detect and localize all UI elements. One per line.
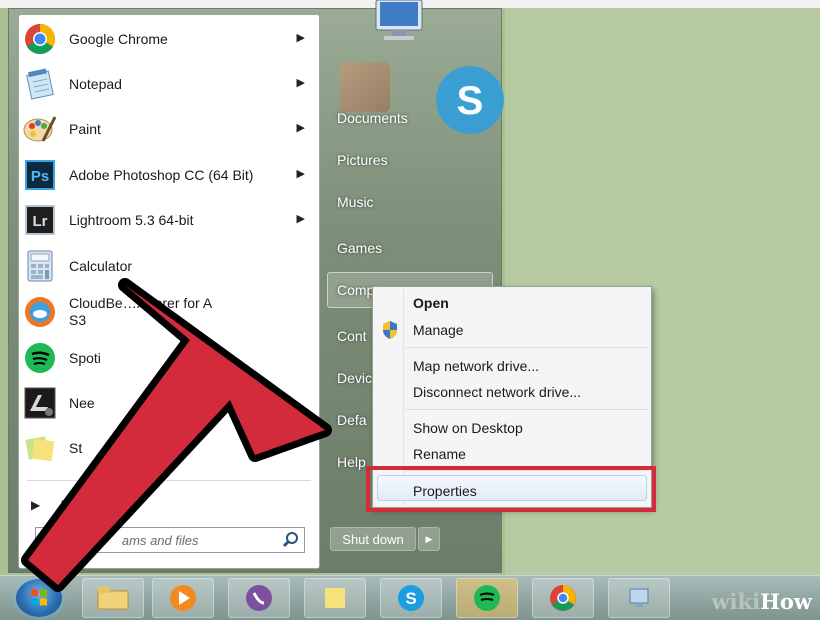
- right-arrow-icon: ▶: [31, 498, 41, 512]
- menu-item-disconnect-network-drive[interactable]: Disconnect network drive...: [413, 384, 581, 400]
- program-label: Nee: [69, 395, 95, 411]
- submenu-arrow-icon[interactable]: ▶: [297, 31, 305, 44]
- program-label: Lightroom 5.3 64-bit: [69, 212, 194, 228]
- link-documents[interactable]: Documents: [337, 110, 408, 126]
- properties-highlight-box: [366, 466, 656, 512]
- link-control-panel[interactable]: Cont: [337, 328, 367, 344]
- program-cloudberry[interactable]: CloudBe…xplorer for A S3: [19, 290, 319, 334]
- search-input[interactable]: Se ams and files: [44, 533, 269, 548]
- photoshop-icon: Ps: [23, 158, 57, 192]
- menu-item-manage[interactable]: Manage: [413, 322, 464, 338]
- shield-icon: [383, 321, 397, 339]
- menu-item-open[interactable]: Open: [413, 295, 449, 311]
- taskbar-chrome[interactable]: [532, 578, 594, 618]
- program-label: CloudBe…xplorer for A S3: [69, 295, 213, 328]
- program-label: Google Chrome: [69, 31, 168, 47]
- taskbar-network[interactable]: [608, 578, 670, 618]
- wikihow-watermark: wikiHow: [711, 589, 812, 614]
- program-need-for-speed[interactable]: Nee: [19, 381, 319, 425]
- menu-separator: [405, 347, 647, 348]
- program-label: St: [69, 440, 83, 456]
- program-lightroom[interactable]: Lr Lightroom 5.3 64-bit ▶: [19, 198, 319, 242]
- spotify-icon: [23, 341, 57, 375]
- skype-icon: S: [398, 585, 424, 611]
- submenu-arrow-icon[interactable]: ▶: [297, 167, 305, 180]
- menu-item-map-network-drive[interactable]: Map network drive...: [413, 358, 539, 374]
- media-player-icon: [170, 585, 196, 611]
- user-picture[interactable]: [340, 62, 390, 112]
- spotify-icon: [474, 585, 500, 611]
- paint-icon: [23, 112, 57, 146]
- explorer-icon: [97, 587, 129, 610]
- chrome-icon: [23, 22, 57, 56]
- program-label: Paint: [69, 121, 101, 137]
- link-pictures[interactable]: Pictures: [337, 152, 388, 168]
- separator: [27, 480, 311, 481]
- program-spotify[interactable]: Spoti: [19, 336, 319, 380]
- shutdown-options-button[interactable]: ▶: [418, 527, 440, 551]
- program-label: Adobe Photoshop CC (64 Bit): [69, 167, 254, 183]
- lightroom-icon: Lr: [23, 203, 57, 237]
- need-for-speed-icon: [23, 386, 57, 420]
- cloudberry-icon: [23, 295, 57, 329]
- menu-separator: [405, 409, 647, 410]
- all-programs-label: A: [58, 497, 68, 513]
- link-devices-and-printers[interactable]: Devic: [337, 370, 372, 386]
- link-computer[interactable]: Comp: [337, 282, 374, 298]
- taskbar-explorer[interactable]: [82, 578, 144, 618]
- windows-orb-icon[interactable]: [16, 579, 62, 617]
- sticky-notes-icon: [23, 431, 57, 465]
- program-google-chrome[interactable]: Google Chrome ▶: [19, 17, 319, 61]
- viber-icon: [246, 585, 272, 611]
- program-photoshop[interactable]: Ps Adobe Photoshop CC (64 Bit) ▶: [19, 153, 319, 197]
- program-sticky-notes[interactable]: St: [19, 426, 319, 470]
- network-icon: [629, 588, 649, 607]
- svg-text:S: S: [457, 79, 484, 123]
- all-programs[interactable]: ▶ A: [19, 491, 319, 519]
- chrome-icon: [550, 585, 576, 611]
- submenu-arrow-icon[interactable]: ▶: [297, 212, 305, 225]
- search-box[interactable]: Se ams and files: [35, 527, 305, 553]
- taskbar-media-player[interactable]: [152, 578, 214, 618]
- submenu-arrow-icon[interactable]: ▶: [297, 121, 305, 134]
- link-help[interactable]: Help: [337, 454, 366, 470]
- taskbar-skype[interactable]: S: [380, 578, 442, 618]
- taskbar-sticky-notes[interactable]: [304, 578, 366, 618]
- calculator-icon: [23, 249, 57, 283]
- notepad-icon: [23, 67, 57, 101]
- svg-text:S: S: [405, 589, 416, 608]
- menu-item-rename[interactable]: Rename: [413, 446, 466, 462]
- program-label: Notepad: [69, 76, 122, 92]
- shutdown-button[interactable]: Shut down: [330, 527, 416, 551]
- svg-text:Lr: Lr: [33, 213, 48, 230]
- skype-icon: S: [436, 66, 504, 134]
- link-games[interactable]: Games: [337, 240, 382, 256]
- link-music[interactable]: Music: [337, 194, 374, 210]
- menu-item-show-on-desktop[interactable]: Show on Desktop: [413, 420, 523, 436]
- program-paint[interactable]: Paint ▶: [19, 107, 319, 151]
- taskbar-spotify[interactable]: [456, 578, 518, 618]
- search-icon[interactable]: [282, 531, 300, 549]
- taskbar-viber[interactable]: [228, 578, 290, 618]
- programs-pane: Google Chrome ▶ Notepad ▶ Paint ▶ Ps Ado…: [18, 14, 320, 569]
- link-default-programs[interactable]: Defa: [337, 412, 367, 428]
- computer-icon: [375, 0, 423, 40]
- sticky-notes-icon: [325, 588, 345, 608]
- svg-text:Ps: Ps: [31, 168, 49, 185]
- program-label: Calculator: [69, 258, 133, 274]
- program-label: Spoti: [69, 350, 101, 366]
- program-notepad[interactable]: Notepad ▶: [19, 62, 319, 106]
- submenu-arrow-icon[interactable]: ▶: [297, 76, 305, 89]
- program-calculator[interactable]: Calculator: [19, 244, 319, 288]
